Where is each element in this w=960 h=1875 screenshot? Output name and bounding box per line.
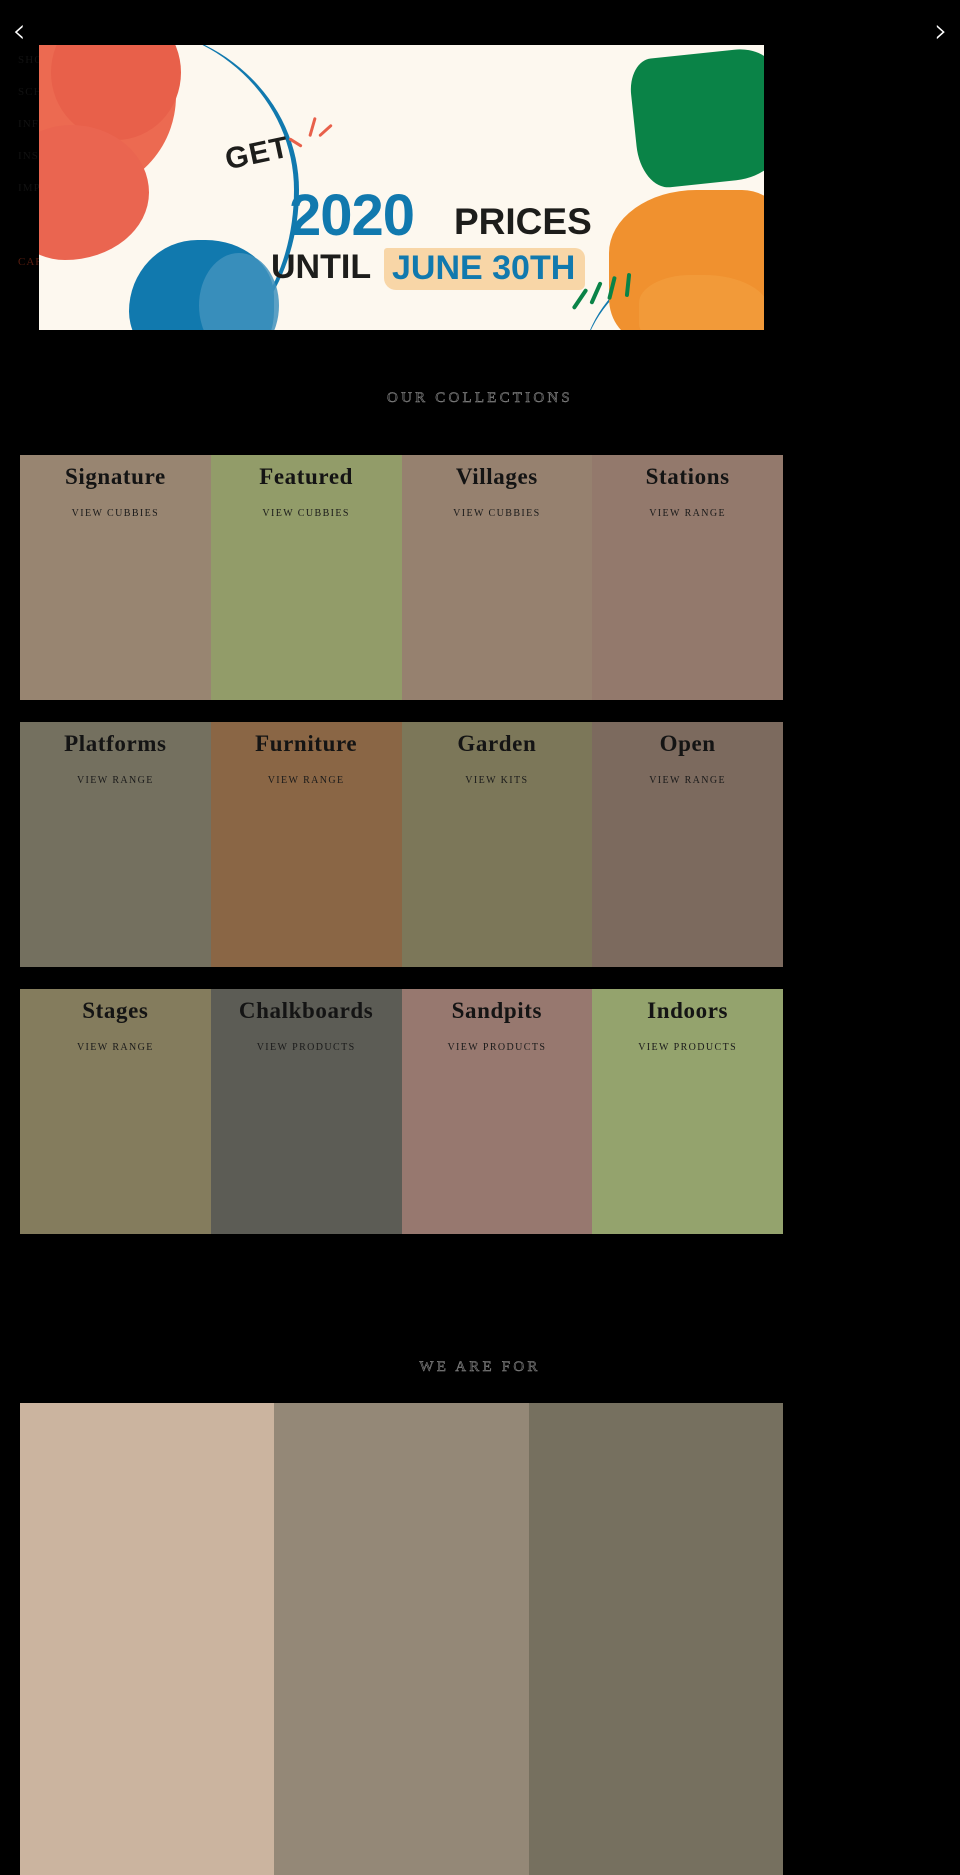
collection-card-open[interactable]: Open VIEW RANGE <box>592 722 783 967</box>
collection-card-title: Villages <box>455 464 538 489</box>
collections-row: Signature VIEW CUBBIES Featured VIEW CUBBIE… <box>20 455 783 700</box>
collections-row: Stages VIEW RANGE Chalkboards VIEW PRODUCTS… <box>20 989 783 1234</box>
spark-marks-icon <box>288 116 341 155</box>
collection-card-title: Platforms <box>64 731 167 756</box>
page-root: ‹ › SHOPSCHOOLS/ELCINFORMINSPIREIMPACTCA… <box>0 0 960 1875</box>
collection-card-cta[interactable]: VIEW KITS <box>402 775 593 786</box>
collection-card-title: Garden <box>457 731 537 756</box>
collection-card-title: Signature <box>64 464 166 489</box>
banner-until-text: UNTIL <box>271 248 372 286</box>
collection-card-cta[interactable]: VIEW RANGE <box>592 508 783 519</box>
collection-card-title: Indoors <box>647 998 729 1023</box>
collections-section-heading: OUR COLLECTIONS <box>387 390 573 406</box>
collection-card-cta[interactable]: VIEW CUBBIES <box>20 508 211 519</box>
collection-card-signature[interactable]: Signature VIEW CUBBIES <box>20 455 211 700</box>
collection-card-title: Stations <box>645 464 730 489</box>
weare-panel-2[interactable] <box>274 1403 529 1875</box>
collections-row: Platforms VIEW RANGE Furniture VIEW RANGE Ga… <box>20 722 783 967</box>
collection-card-title: Stages <box>82 998 149 1023</box>
collection-card-cta[interactable]: VIEW PRODUCTS <box>211 1042 402 1053</box>
collection-card-cta[interactable]: VIEW RANGE <box>211 775 402 786</box>
collection-card-cta[interactable]: VIEW RANGE <box>592 775 783 786</box>
banner-deadline-badge: JUNE 30TH <box>384 248 586 290</box>
banner-year-text: 2020 <box>289 183 415 248</box>
collection-card-stages[interactable]: Stages VIEW RANGE <box>20 989 211 1234</box>
chevron-right-icon: › <box>934 11 948 51</box>
collection-card-title: Open <box>659 731 716 756</box>
collection-card-cta[interactable]: VIEW PRODUCTS <box>402 1042 593 1053</box>
collection-card-sandpits[interactable]: Sandpits VIEW PRODUCTS <box>401 989 593 1234</box>
weare-section-heading: WE ARE FOR <box>419 1359 541 1375</box>
collection-card-cta[interactable]: VIEW PRODUCTS <box>592 1042 783 1053</box>
collection-card-cta[interactable]: VIEW RANGE <box>20 775 211 786</box>
collection-card-featured[interactable]: Featured VIEW CUBBIES <box>210 455 402 700</box>
collection-card-title: Furniture <box>255 731 358 756</box>
collection-card-title: Chalkboards <box>238 998 374 1023</box>
weare-panel-row <box>20 1403 783 1875</box>
collection-card-furniture[interactable]: Furniture VIEW RANGE <box>210 722 402 967</box>
carousel-prev-arrow-icon[interactable]: ‹ <box>2 14 36 48</box>
carousel-next-arrow-icon[interactable]: › <box>924 14 958 48</box>
collection-card-cta[interactable]: VIEW CUBBIES <box>402 508 593 519</box>
collection-card-platforms[interactable]: Platforms VIEW RANGE <box>20 722 211 967</box>
collection-card-stations[interactable]: Stations VIEW RANGE <box>592 455 783 700</box>
orange-blob-highlight <box>639 275 764 330</box>
weare-panel-3[interactable] <box>528 1403 783 1875</box>
collection-card-chalkboards[interactable]: Chalkboards VIEW PRODUCTS <box>210 989 402 1234</box>
collection-card-villages[interactable]: Villages VIEW CUBBIES <box>401 455 593 700</box>
collection-card-cta[interactable]: VIEW RANGE <box>20 1042 211 1053</box>
collection-card-indoors[interactable]: Indoors VIEW PRODUCTS <box>592 989 783 1234</box>
collection-card-garden[interactable]: Garden VIEW KITS <box>401 722 593 967</box>
collection-card-cta[interactable]: VIEW CUBBIES <box>211 508 402 519</box>
weare-panel-1[interactable] <box>20 1403 275 1875</box>
collection-card-title: Sandpits <box>451 998 543 1023</box>
green-blob-decoration <box>627 45 764 191</box>
promo-banner[interactable]: GET 2020 PRICES UNTIL JUNE 30TH <box>39 45 764 330</box>
collection-card-title: Featured <box>259 464 354 489</box>
chevron-left-icon: ‹ <box>12 11 26 51</box>
banner-prices-text: PRICES <box>454 201 592 242</box>
